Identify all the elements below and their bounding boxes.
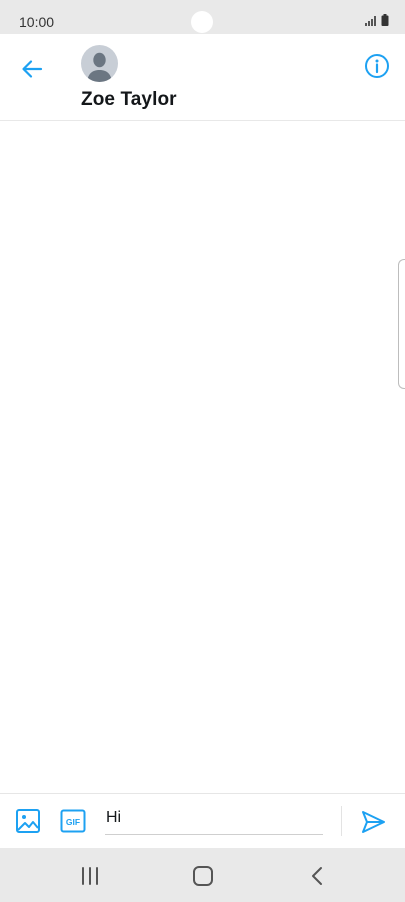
status-bar: 10:00 (0, 0, 405, 34)
default-avatar-icon (87, 52, 112, 82)
gif-label: GIF (66, 817, 80, 827)
signal-icon (365, 16, 376, 26)
home-button[interactable] (191, 864, 215, 888)
info-icon (365, 54, 389, 78)
camera-cutout (191, 11, 213, 33)
message-input[interactable] (105, 802, 323, 835)
messaging-app: Zoe Taylor GIF Hi (0, 34, 405, 849)
message-composer: GIF (0, 793, 405, 849)
system-navigation-bar (0, 848, 405, 902)
home-icon (193, 866, 213, 886)
recent-apps-button[interactable] (78, 865, 102, 887)
status-icons (365, 14, 389, 26)
send-button[interactable] (360, 809, 386, 835)
add-gif-button[interactable]: GIF (60, 809, 86, 833)
gif-icon: GIF (60, 809, 86, 833)
add-media-button[interactable] (15, 808, 41, 834)
system-back-button[interactable] (307, 864, 327, 888)
composer-divider (341, 806, 342, 836)
message-list[interactable] (0, 121, 405, 792)
send-icon (362, 811, 385, 833)
conversation-header: Zoe Taylor (0, 34, 405, 121)
contact-avatar[interactable] (81, 45, 118, 82)
back-button[interactable] (14, 51, 50, 87)
phone-screen: 10:00 Zoe Taylor GIF Hi (0, 0, 405, 902)
image-icon (16, 809, 40, 833)
battery-icon (381, 14, 389, 26)
chevron-left-icon (312, 867, 322, 885)
conversation-info-button[interactable] (362, 51, 392, 81)
contact-name[interactable]: Zoe Taylor (81, 89, 177, 111)
recent-apps-icon (82, 867, 98, 885)
status-time: 10:00 (19, 14, 55, 30)
arrow-left-icon (22, 60, 43, 78)
edge-panel-handle[interactable] (398, 259, 405, 389)
